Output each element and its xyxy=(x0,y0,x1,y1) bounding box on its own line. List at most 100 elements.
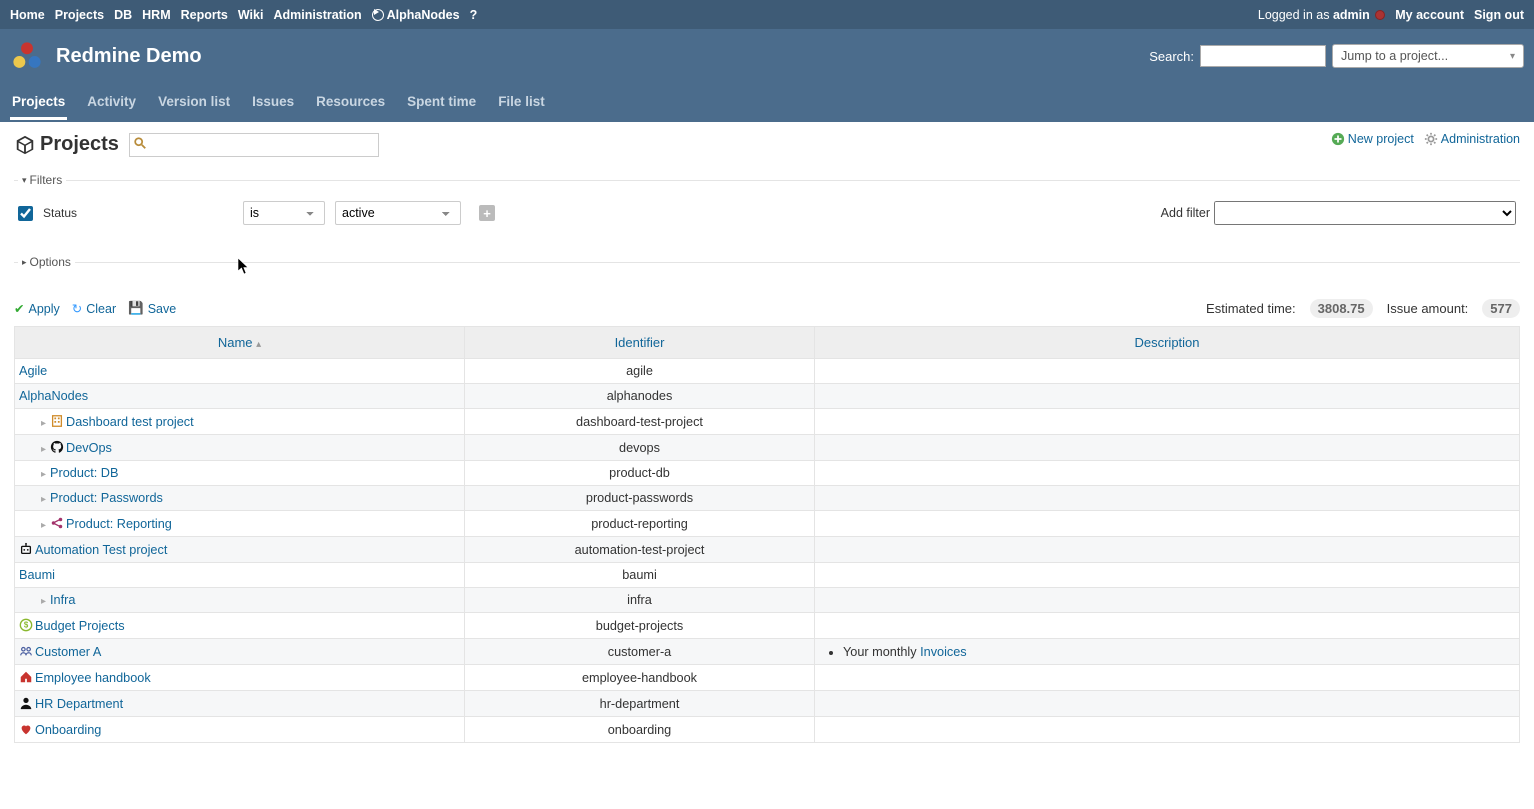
project-identifier: employee-handbook xyxy=(465,665,815,691)
save-icon: 💾 xyxy=(128,301,144,316)
add-filter-select[interactable] xyxy=(1214,201,1516,225)
project-identifier: infra xyxy=(465,588,815,613)
expander-icon[interactable]: ▸ xyxy=(41,596,46,607)
administration-link[interactable]: Administration xyxy=(1424,132,1520,146)
top-menu-left: Home Projects DB HRM Reports Wiki Administrati… xyxy=(10,8,477,22)
project-jump-dropdown[interactable]: Jump to a project... ▾ xyxy=(1332,44,1524,68)
github-icon xyxy=(50,440,64,454)
project-link[interactable]: Product: DB xyxy=(50,466,118,480)
status-value-select[interactable]: active xyxy=(335,201,461,225)
project-filter-input[interactable] xyxy=(129,133,379,157)
main-menu-tab[interactable]: Resources xyxy=(314,86,387,117)
clear-button[interactable]: ↻ Clear xyxy=(72,301,116,316)
table-row: HR Department hr-department xyxy=(15,691,1520,717)
project-identifier: budget-projects xyxy=(465,613,815,639)
sort-asc-icon: ▴ xyxy=(256,339,261,350)
expander-icon[interactable]: ▸ xyxy=(41,520,46,531)
apply-button[interactable]: ✔ Apply xyxy=(14,301,60,316)
top-menu-item[interactable]: Reports xyxy=(181,8,228,22)
project-identifier: product-reporting xyxy=(465,511,815,537)
expander-icon[interactable]: ▸ xyxy=(41,444,46,455)
status-filter-label: Status xyxy=(43,206,233,220)
save-button[interactable]: 💾 Save xyxy=(128,301,176,316)
search-input[interactable] xyxy=(1200,45,1326,67)
group-icon xyxy=(19,644,33,658)
logged-in-label: Logged in as xyxy=(1258,8,1333,22)
add-filter-label: Add filter xyxy=(1161,206,1210,220)
project-link[interactable]: Infra xyxy=(50,593,75,607)
project-identifier: hr-department xyxy=(465,691,815,717)
stop-icon xyxy=(1375,10,1385,20)
project-link[interactable]: Customer A xyxy=(35,645,101,659)
table-row: ▸ Infra infra xyxy=(15,588,1520,613)
project-link[interactable]: Onboarding xyxy=(35,723,101,737)
filters-fieldset: ▾ Filters Status is active + Add filter xyxy=(14,173,1520,239)
expander-icon[interactable]: ▸ xyxy=(41,469,46,480)
expander-icon[interactable]: ▸ xyxy=(41,494,46,505)
project-link[interactable]: DevOps xyxy=(66,441,112,455)
expander-icon[interactable]: ▸ xyxy=(41,418,46,429)
user-link[interactable]: admin xyxy=(1333,8,1370,22)
project-link[interactable]: AlphaNodes xyxy=(19,389,88,403)
col-description-sort[interactable]: Description xyxy=(1134,335,1199,350)
contextual-actions: New project Administration xyxy=(1331,132,1520,146)
top-menu-item[interactable]: HRM xyxy=(142,8,170,22)
project-link[interactable]: HR Department xyxy=(35,697,123,711)
table-row: ▸Dashboard test project dashboard-test-p… xyxy=(15,409,1520,435)
options-legend[interactable]: ▸ Options xyxy=(18,255,75,269)
project-link[interactable]: Baumi xyxy=(19,568,55,582)
project-link[interactable]: Budget Projects xyxy=(35,619,125,633)
top-menu-item[interactable]: Home xyxy=(10,8,45,22)
my-account-link[interactable]: My account xyxy=(1395,8,1464,22)
add-value-button[interactable]: + xyxy=(479,205,495,221)
dollar-icon: $ xyxy=(19,618,33,632)
top-menu-item[interactable]: DB xyxy=(114,8,132,22)
help-link[interactable]: ? xyxy=(470,8,478,22)
heart-icon xyxy=(19,722,33,736)
col-name-sort[interactable]: Name ▴ xyxy=(218,335,261,350)
top-menu-item[interactable]: Wiki xyxy=(238,8,264,22)
sign-out-link[interactable]: Sign out xyxy=(1474,8,1524,22)
filters-legend[interactable]: ▾ Filters xyxy=(18,173,66,187)
reload-icon: ↻ xyxy=(72,301,82,316)
table-row: Onboarding onboarding xyxy=(15,717,1520,743)
status-filter-checkbox[interactable] xyxy=(18,206,33,221)
project-identifier: customer-a xyxy=(465,639,815,665)
project-identifier: product-passwords xyxy=(465,486,815,511)
project-identifier: alphanodes xyxy=(465,384,815,409)
main-menu-tab[interactable]: Version list xyxy=(156,86,232,117)
estimated-time-label: Estimated time: xyxy=(1206,301,1296,316)
header: Redmine Demo Search: Jump to a project..… xyxy=(0,29,1534,83)
robot-icon xyxy=(19,542,33,556)
main-menu-tab[interactable]: Spent time xyxy=(405,86,478,117)
top-menu: Home Projects DB HRM Reports Wiki Administrati… xyxy=(0,0,1534,29)
description-link[interactable]: Invoices xyxy=(920,645,967,659)
logged-in-as: Logged in as admin xyxy=(1258,8,1385,22)
project-link[interactable]: Product: Passwords xyxy=(50,491,163,505)
main-menu-tab[interactable]: File list xyxy=(496,86,547,117)
col-identifier-sort[interactable]: Identifier xyxy=(615,335,665,350)
project-link[interactable]: Dashboard test project xyxy=(66,415,194,429)
page-title: Projects xyxy=(14,132,379,157)
new-project-link[interactable]: New project xyxy=(1331,132,1414,146)
main-menu-tab[interactable]: Activity xyxy=(85,86,138,117)
project-link[interactable]: Employee handbook xyxy=(35,671,151,685)
project-jump-label: Jump to a project... xyxy=(1341,49,1448,63)
table-row: ▸ Product: Passwords product-passwords xyxy=(15,486,1520,511)
project-identifier: agile xyxy=(465,359,815,384)
project-link[interactable]: Automation Test project xyxy=(35,543,167,557)
project-link[interactable]: Agile xyxy=(19,364,47,378)
top-menu-item[interactable]: AlphaNodes xyxy=(372,8,460,22)
top-menu-item[interactable]: Projects xyxy=(55,8,104,22)
top-menu-right: Logged in as admin My account Sign out xyxy=(1258,8,1524,22)
status-operator-select[interactable]: is xyxy=(243,201,325,225)
chevron-down-icon: ▾ xyxy=(1510,51,1515,62)
options-fieldset: ▸ Options xyxy=(14,255,1520,285)
project-link[interactable]: Product: Reporting xyxy=(66,517,172,531)
home-icon xyxy=(19,670,33,684)
table-row: AlphaNodes alphanodes xyxy=(15,384,1520,409)
top-menu-item[interactable]: Administration xyxy=(273,8,361,22)
share-icon xyxy=(50,516,64,530)
main-menu-tab[interactable]: Projects xyxy=(10,86,67,120)
main-menu-tab[interactable]: Issues xyxy=(250,86,296,117)
